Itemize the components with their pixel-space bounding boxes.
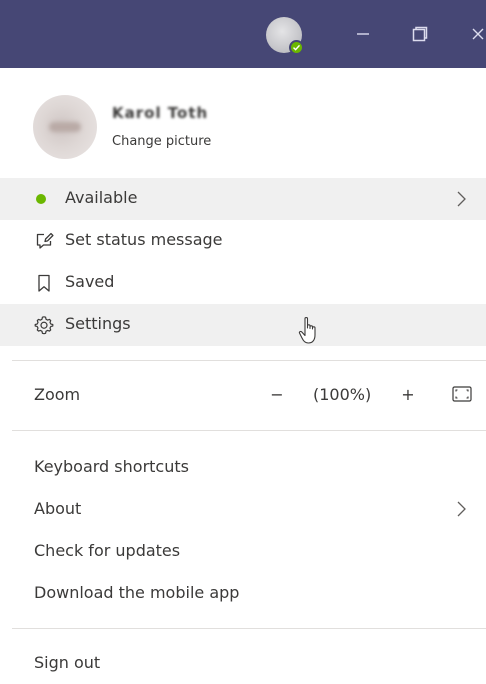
menu-item-label: Keyboard shortcuts	[34, 457, 189, 476]
menu-item-label: Available	[65, 188, 138, 207]
zoom-row: Zoom − (100%) +	[0, 370, 486, 420]
user-avatar[interactable]	[266, 17, 304, 55]
menu-item-label: Check for updates	[34, 541, 181, 560]
menu-item-label: About	[34, 499, 82, 518]
close-icon	[472, 28, 484, 40]
bookmark-icon	[34, 273, 54, 293]
close-button[interactable]	[458, 14, 486, 54]
menu-item-about[interactable]: About	[0, 488, 486, 530]
change-picture-link[interactable]: Change picture	[112, 134, 211, 149]
menu-item-available[interactable]: Available	[0, 178, 486, 220]
restore-icon	[412, 26, 428, 42]
chevron-right-icon	[457, 191, 466, 207]
hand-cursor-icon	[298, 316, 316, 344]
menu-item-settings[interactable]: Settings	[0, 304, 486, 346]
zoom-in-button[interactable]: +	[397, 382, 419, 406]
fit-screen-icon[interactable]	[451, 384, 473, 404]
restore-button[interactable]	[400, 14, 440, 54]
avatar-initials	[49, 122, 81, 132]
gear-icon	[34, 315, 54, 335]
minimize-icon	[357, 33, 369, 35]
menu-item-label: Download the mobile app	[34, 583, 240, 602]
edit-message-icon	[34, 231, 54, 251]
zoom-out-button[interactable]: −	[266, 382, 288, 406]
menu-divider	[12, 360, 486, 361]
zoom-level: (100%)	[313, 385, 372, 404]
menu-item-set-status[interactable]: Set status message	[0, 220, 486, 262]
chevron-right-icon	[457, 501, 466, 517]
minimize-button[interactable]	[343, 14, 383, 54]
menu-item-sign-out[interactable]: Sign out	[0, 642, 486, 684]
menu-item-download-mobile[interactable]: Download the mobile app	[0, 572, 486, 614]
menu-item-label: Set status message	[65, 230, 223, 249]
menu-item-saved[interactable]: Saved	[0, 262, 486, 304]
profile-section: Karol Toth Change picture	[0, 68, 486, 176]
menu-divider	[12, 430, 486, 431]
profile-avatar[interactable]	[33, 95, 97, 159]
menu-divider	[12, 628, 486, 629]
zoom-label: Zoom	[34, 385, 81, 404]
profile-name: Karol Toth	[112, 104, 209, 122]
menu-item-check-updates[interactable]: Check for updates	[0, 530, 486, 572]
menu-item-keyboard-shortcuts[interactable]: Keyboard shortcuts	[0, 446, 486, 488]
menu-item-label: Settings	[65, 314, 131, 333]
title-bar	[0, 0, 486, 68]
menu-item-label: Saved	[65, 272, 115, 291]
menu-item-label: Sign out	[34, 653, 101, 672]
presence-available-icon	[36, 194, 46, 204]
presence-available-icon	[289, 40, 304, 55]
